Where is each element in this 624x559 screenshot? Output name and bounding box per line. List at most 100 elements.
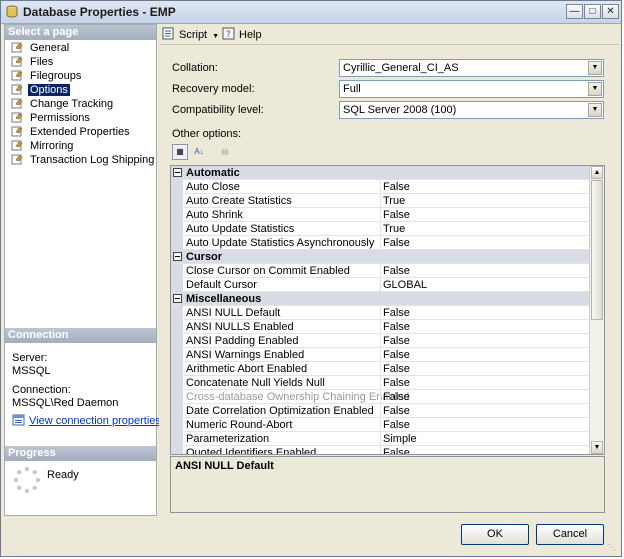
grid-row[interactable]: ANSI NULLS Enabled False	[171, 320, 591, 334]
column-divider	[380, 306, 381, 320]
script-button[interactable]: Script ▼	[162, 27, 219, 41]
maximize-button[interactable]: □	[584, 4, 601, 19]
property-value[interactable]: False	[383, 237, 410, 249]
grid-row[interactable]: Numeric Round-Abort False	[171, 418, 591, 432]
page-item-change-tracking[interactable]: Change Tracking	[11, 98, 115, 111]
resize-grip-icon[interactable]: ⋱	[608, 543, 618, 553]
collation-combo[interactable]: Cyrillic_General_CI_AS ▼	[339, 59, 604, 77]
cancel-button[interactable]: Cancel	[536, 524, 604, 545]
property-value[interactable]: False	[383, 335, 410, 347]
grid-row[interactable]: Close Cursor on Commit Enabled False	[171, 264, 591, 278]
server-label: Server:	[12, 352, 48, 364]
select-page-header: Select a page	[5, 25, 156, 40]
grid-row[interactable]: Auto Shrink False	[171, 208, 591, 222]
category-label: Automatic	[186, 167, 240, 179]
grid-row[interactable]: Cross-database Ownership Chaining Enable…	[171, 390, 591, 404]
grid-toolbar: ▦ A↓ ▤	[172, 142, 262, 162]
grid-scrollbar[interactable]: ▲ ▼	[589, 166, 604, 454]
help-icon: ?	[222, 27, 235, 40]
page-item-general[interactable]: General	[11, 42, 71, 55]
close-button[interactable]: ✕	[602, 4, 619, 19]
minimize-button[interactable]: —	[566, 4, 583, 19]
row-gutter	[171, 432, 183, 446]
page-item-options[interactable]: Options	[11, 84, 70, 97]
view-connection-link[interactable]: View connection properties	[29, 415, 161, 427]
property-value[interactable]: False	[383, 419, 410, 431]
grid-row[interactable]: Auto Update Statistics Asynchronously Fal…	[171, 236, 591, 250]
chevron-down-icon[interactable]: ▼	[588, 103, 602, 117]
grid-row[interactable]: Auto Close False	[171, 180, 591, 194]
property-name: Date Correlation Optimization Enabled	[186, 405, 374, 417]
page-item-extended-properties[interactable]: Extended Properties	[11, 126, 132, 139]
script-icon	[162, 27, 174, 40]
page-item-permissions[interactable]: Permissions	[11, 112, 92, 125]
compatibility-level-combo[interactable]: SQL Server 2008 (100) ▼	[339, 101, 604, 119]
property-value[interactable]: False	[383, 363, 410, 375]
connection-header: Connection	[5, 328, 156, 343]
column-divider	[380, 446, 381, 454]
property-name: Auto Close	[186, 181, 240, 193]
grid-row[interactable]: Concatenate Null Yields Null False	[171, 376, 591, 390]
property-value[interactable]: False	[383, 391, 410, 403]
collapse-icon[interactable]	[173, 294, 182, 303]
categorized-button[interactable]: ▦	[172, 144, 188, 160]
property-value[interactable]: False	[383, 405, 410, 417]
property-value[interactable]: False	[383, 447, 410, 454]
grid-row[interactable]: Default Cursor GLOBAL	[171, 278, 591, 292]
grid-row[interactable]: Auto Create Statistics True	[171, 194, 591, 208]
grid-row[interactable]: Arithmetic Abort Enabled False	[171, 362, 591, 376]
page-item-transaction-log-shipping[interactable]: Transaction Log Shipping	[11, 154, 156, 167]
grid-category-miscellaneous[interactable]: Miscellaneous	[171, 292, 591, 306]
property-pages-icon: ▤	[221, 147, 229, 156]
grid-row[interactable]: ANSI NULL Default False	[171, 306, 591, 320]
grid-category-automatic[interactable]: Automatic	[171, 166, 591, 180]
column-divider	[380, 194, 381, 208]
grid-row[interactable]: ANSI Padding Enabled False	[171, 334, 591, 348]
property-pages-button[interactable]: ▤	[217, 144, 233, 160]
grid-row[interactable]: ANSI Warnings Enabled False	[171, 348, 591, 362]
page-icon	[11, 42, 23, 53]
property-value[interactable]: False	[383, 349, 410, 361]
property-value[interactable]: False	[383, 265, 410, 277]
row-gutter	[171, 348, 183, 362]
page-item-files[interactable]: Files	[11, 56, 55, 69]
collapse-icon[interactable]	[173, 168, 182, 177]
property-value[interactable]: False	[383, 209, 410, 221]
scroll-down-icon[interactable]: ▼	[591, 441, 603, 454]
property-value[interactable]: False	[383, 307, 410, 319]
property-value[interactable]: False	[383, 377, 410, 389]
property-value[interactable]: False	[383, 321, 410, 333]
grid-row[interactable]: Parameterization Simple	[171, 432, 591, 446]
property-value[interactable]: False	[383, 181, 410, 193]
page-item-filegroups[interactable]: Filegroups	[11, 70, 83, 83]
chevron-down-icon[interactable]: ▼	[588, 82, 602, 96]
view-connection-properties[interactable]: View connection properties	[12, 414, 161, 427]
alphabetical-button[interactable]: A↓	[191, 144, 207, 160]
ok-button[interactable]: OK	[461, 524, 529, 545]
help-button[interactable]: ? Help	[222, 27, 262, 41]
grid-row[interactable]: Date Correlation Optimization Enabled Fal…	[171, 404, 591, 418]
row-gutter	[171, 390, 183, 404]
grid-row[interactable]: Auto Update Statistics True	[171, 222, 591, 236]
grid-category-cursor[interactable]: Cursor	[171, 250, 591, 264]
property-name: Concatenate Null Yields Null	[186, 377, 325, 389]
grid-row[interactable]: Quoted Identifiers Enabled False	[171, 446, 591, 454]
page-item-mirroring[interactable]: Mirroring	[11, 140, 75, 153]
scroll-thumb[interactable]	[591, 180, 603, 320]
collapse-icon[interactable]	[173, 252, 182, 261]
title-bar: Database Properties - EMP — □ ✕	[1, 1, 621, 24]
scroll-up-icon[interactable]: ▲	[591, 166, 603, 179]
connection-value: MSSQL\Red Daemon	[12, 397, 119, 409]
property-value[interactable]: GLOBAL	[383, 279, 427, 291]
database-properties-window: Database Properties - EMP — □ ✕ Select a…	[0, 0, 622, 557]
property-value[interactable]: True	[383, 195, 405, 207]
property-name: Default Cursor	[186, 279, 257, 291]
page-icon	[11, 112, 23, 123]
script-label: Script	[179, 29, 208, 41]
column-divider	[380, 334, 381, 348]
property-value[interactable]: Simple	[383, 433, 417, 445]
property-name: Auto Create Statistics	[186, 195, 292, 207]
property-value[interactable]: True	[383, 223, 405, 235]
recovery-model-combo[interactable]: Full ▼	[339, 80, 604, 98]
chevron-down-icon[interactable]: ▼	[588, 61, 602, 75]
